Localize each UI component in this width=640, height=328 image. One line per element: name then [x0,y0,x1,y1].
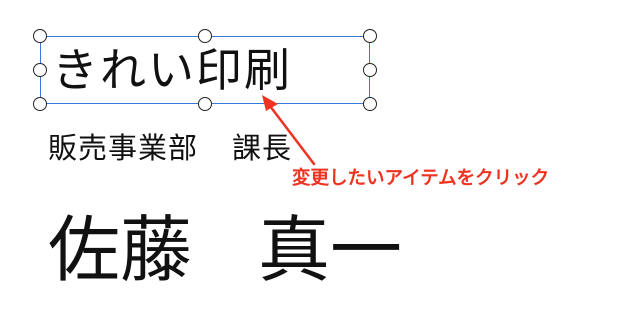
card-canvas: きれい印刷 販売事業部 課長 佐藤 真一 変更したいアイテムをクリック [0,0,640,328]
resize-handle-bottom-left[interactable] [33,97,47,111]
resize-handle-top-right[interactable] [363,29,377,43]
department-text[interactable]: 販売事業部 [48,131,198,165]
given-name-text[interactable]: 真一 [258,208,402,292]
resize-handle-bottom-right[interactable] [363,97,377,111]
selected-item-text[interactable]: きれい印刷 [52,40,292,100]
resize-handle-top-center[interactable] [198,29,212,43]
position-text[interactable]: 課長 [232,131,292,165]
resize-handle-bottom-center[interactable] [198,97,212,111]
resize-handle-middle-left[interactable] [33,63,47,77]
resize-handle-middle-right[interactable] [363,63,377,77]
instruction-callout: 変更したいアイテムをクリック [292,168,550,189]
department-title-item[interactable]: 販売事業部 課長 [48,128,292,168]
name-item[interactable]: 佐藤 真一 [48,200,402,300]
family-name-text[interactable]: 佐藤 [48,208,192,292]
resize-handle-top-left[interactable] [33,29,47,43]
selected-text-item[interactable]: きれい印刷 [33,29,377,111]
